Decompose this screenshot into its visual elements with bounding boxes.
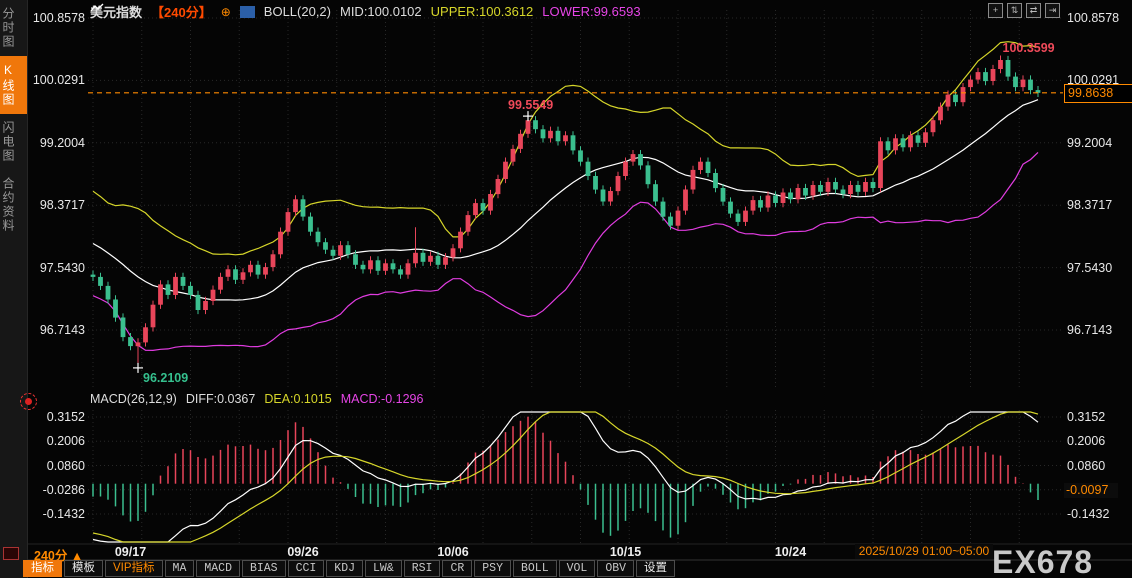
sidebar: 分时图 K线图 闪电图 合约资料 [0,0,28,578]
candlesticks-layer [90,55,1041,368]
price-tick-left: 97.5430 [39,260,85,275]
chart-header: 美元指数 【240分】 ⊕ BOLL(20,2) MID:100.0102 UP… [90,2,641,21]
date-label-10/06: 10/06 [437,545,469,559]
swing-high-annotation: 99.5549 [508,98,554,113]
boll-upper-value: UPPER:100.3612 [430,4,534,19]
toolbar-item-VIP指标[interactable]: VIP指标 [105,560,163,577]
chart-canvas[interactable] [0,0,1132,578]
price-tick-left: 96.7143 [39,323,85,337]
price-tick-left: 100.8578 [32,11,85,25]
macd-tick-right: -0.1432 [1067,507,1110,521]
macd-tick-left: 0.2006 [46,434,85,449]
period-badge[interactable]: 【240分】 [151,2,212,21]
sidebar-item-闪电图[interactable]: 闪电图 [0,114,27,170]
collapse-icon[interactable]: ⊕ [221,5,231,19]
pan-right-icon[interactable]: ⇥ [1045,3,1060,18]
toolbar-item-PSY[interactable]: PSY [474,560,511,577]
macd-tick-left: -0.0286 [42,482,85,497]
timestamp-label: 2025/10/29 01:00~05:00 [855,544,993,559]
price-tick-right: 100.8578 [1067,11,1120,25]
toolbar-item-OBV[interactable]: OBV [597,560,635,577]
watermark: EX678 [992,544,1094,578]
trading-app-window: 分时图 K线图 闪电图 合约资料 美元指数 【240分】 ⊕ BOLL(20,2) M… [0,0,1132,578]
macd-tick-right: 0.0860 [1067,458,1106,473]
macd-macd-value: MACD:-0.1296 [340,392,424,406]
boll-mid-value: MID:100.0102 [339,4,422,19]
mini-chart-icon[interactable] [90,3,255,18]
price-tick-right: 97.5430 [1067,260,1113,275]
toolbar-item-MACD[interactable]: MACD [196,560,240,577]
toolbar-item-CCI[interactable]: CCI [287,560,325,577]
date-label-10/15: 10/15 [609,545,642,559]
crosshair-icon[interactable]: + [988,3,1003,18]
toolbar-item-模板[interactable]: 模板 [64,560,103,577]
x-axis-scale-icon[interactable]: ⇄ [1026,3,1041,18]
toolbar-item-BIAS[interactable]: BIAS [241,560,286,577]
toolbar-item-BOLL[interactable]: BOLL [512,560,557,577]
date-label-09/26: 09/26 [287,545,319,559]
macd-tick-right: 0.3152 [1067,410,1106,424]
macd-tick-left: -0.1432 [42,507,85,521]
macd-tick-left: 0.3152 [46,410,85,424]
current-price-label: 99.8638 [1064,84,1132,103]
toolbar-item-RSI[interactable]: RSI [403,560,441,577]
macd-dea-value: DEA:0.1015 [264,392,332,406]
price-tick-right: 98.3717 [1067,198,1113,213]
alert-icon[interactable] [20,393,37,410]
price-tick-left: 98.3717 [39,198,85,213]
toolbar-item-LW&[interactable]: LW& [365,560,402,577]
y-axis-scale-icon[interactable]: ⇅ [1007,3,1022,18]
toolbar-item-MA[interactable]: MA [164,560,195,577]
price-tick-right: 96.7143 [1067,323,1113,337]
cross-marker [133,362,143,373]
sidebar-item-分时图[interactable]: 分时图 [0,0,27,56]
sidebar-item-K线图[interactable]: K线图 [0,56,27,114]
toolbar-item-VOL[interactable]: VOL [558,560,596,577]
macd-header: MACD(26,12,9) DIFF:0.0367 DEA:0.1015 MAC… [90,392,423,406]
macd-diff-value: DIFF:0.0367 [185,392,256,406]
toolbar-item-指标[interactable]: 指标 [23,560,62,577]
price-tick-left: 99.2004 [39,135,85,150]
indicator-toolbar: 指标 模板 VIP指标 MA MACD BIAS CCI KDJ LW& RSI CR PSY BOLL… [23,560,676,577]
low-annotation: 96.2109 [143,370,189,385]
high-annotation: 100.3599 [1002,41,1055,56]
toolbar-item-CR[interactable]: CR [442,560,473,577]
macd-tick-left: 0.0860 [46,458,85,473]
macd-name: MACD(26,12,9) [90,392,177,406]
boll-label: BOLL(20,2) [263,4,331,19]
macd-tick-right: 0.2006 [1067,434,1106,449]
sidebar-item-合约资料[interactable]: 合约资料 [0,170,27,240]
price-tick-right: 99.2004 [1067,135,1113,150]
boll-lower-line [92,151,1039,352]
toolbar-item-设置[interactable]: 设置 [636,560,676,577]
date-label-09/17: 09/17 [114,545,147,559]
date-label-10/24: 10/24 [774,545,807,559]
toolbar-item-KDJ[interactable]: KDJ [326,560,364,577]
chart-tools: + ⇅ ⇄ ⇥ [988,3,1060,18]
boll-lower-value: LOWER:99.6593 [542,4,641,19]
price-tick-left: 100.0291 [32,73,85,88]
corner-marker [3,547,19,560]
macd-current-label: -0.0097 [1064,483,1118,498]
